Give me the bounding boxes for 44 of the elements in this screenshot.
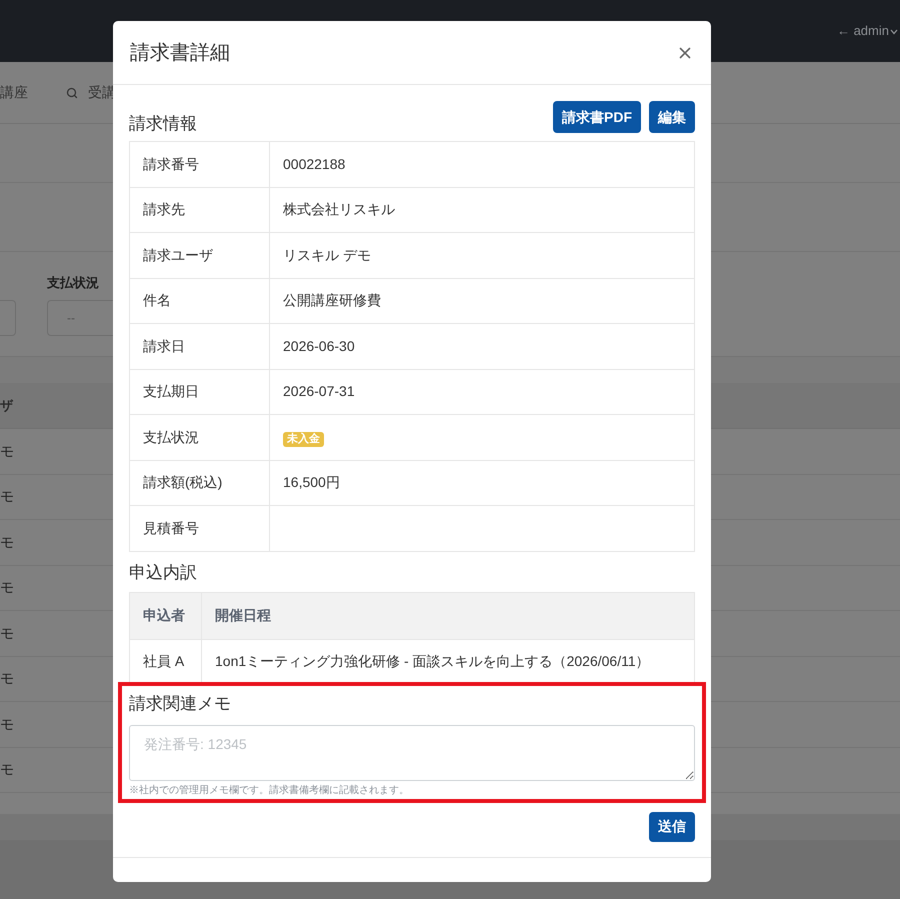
table-cell-text: モ [0, 442, 14, 461]
nav-tab[interactable]: 講座 [0, 82, 28, 103]
table-cell-text: モ [0, 669, 14, 688]
field-label: 請求番号 [143, 156, 199, 172]
submit-button[interactable]: 送信 [649, 812, 695, 842]
field-label: 支払期日 [143, 383, 199, 400]
field-value: 2026-07-31 [283, 383, 355, 400]
user-menu-link[interactable]: ← admin [836, 21, 889, 41]
field-label: 請求日 [143, 338, 185, 354]
column-header: 開催日程 [215, 607, 271, 623]
field-label: 請求ユーザ [143, 246, 213, 263]
table-cell-text: モ [0, 487, 14, 506]
field-value: 2026-06-30 [283, 338, 355, 354]
edit-button[interactable]: 編集 [649, 101, 695, 133]
field-value: 16,500円 [283, 474, 340, 490]
field-label: 請求先 [143, 201, 185, 218]
table-cell-text: モ [0, 578, 14, 598]
table-cell-text: モ [0, 714, 14, 734]
status-badge: 未入金 [283, 432, 324, 447]
field-value: 公開講座研修費 [283, 292, 381, 308]
memo-textarea[interactable]: 発注番号: 12345 [129, 724, 695, 780]
field-label: 請求額(税込) [143, 474, 222, 490]
field-value: リスキル デモ [283, 246, 371, 263]
table-cell-text: モ [0, 624, 14, 643]
column-header: 申込者 [143, 607, 185, 623]
table-cell: 社員 A [143, 653, 184, 669]
field-label: 支払状況 [143, 428, 199, 445]
field-label: 見積番号 [143, 520, 199, 536]
table-cell: 1on1ミーティング力強化研修 - 面談スキルを向上する（2026/06/11） [215, 653, 650, 669]
table-cell-text: モ [0, 532, 14, 552]
section-heading: 請求情報 [129, 113, 197, 135]
pdf-button[interactable]: 請求書PDF [553, 101, 641, 133]
column-header: ザ [0, 396, 13, 415]
field-value: 00022188 [283, 156, 346, 172]
filter-label: 支払状況 [47, 274, 100, 292]
field-value: 株式会社リスキル [283, 201, 395, 218]
section-heading: 申込内訳 [129, 562, 197, 584]
help-text: ※社内での管理用メモ欄です。請求書備考欄に記載されます。 [129, 784, 409, 798]
caret-icon [890, 29, 898, 35]
search-icon [66, 86, 78, 98]
section-heading: 請求関連メモ [129, 692, 231, 714]
field-label: 件名 [143, 292, 171, 308]
dialog-title: 請求書詳細 [130, 40, 230, 66]
table-cell-text: モ [0, 760, 14, 780]
